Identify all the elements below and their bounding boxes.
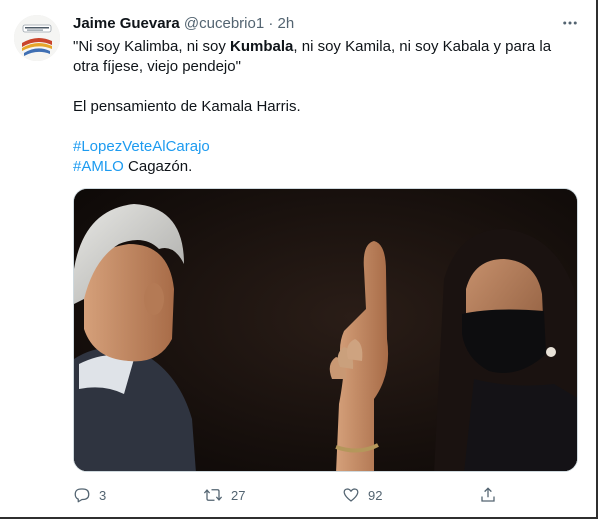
retweet-button[interactable]: 27 bbox=[203, 482, 245, 508]
retweet-count: 27 bbox=[231, 487, 246, 503]
reply-icon bbox=[74, 488, 90, 503]
share-button[interactable] bbox=[479, 482, 497, 508]
tweet-text: "Ni soy Kalimba, ni soy Kumbala, ni soy … bbox=[73, 37, 573, 177]
author-handle[interactable]: @cucebrio1 bbox=[184, 15, 264, 32]
avatar-logo-icon bbox=[14, 15, 60, 61]
like-button[interactable]: 92 bbox=[342, 482, 382, 508]
share-icon bbox=[481, 487, 495, 502]
tweet-timestamp[interactable]: 2h bbox=[278, 15, 295, 32]
tweet-quote: "Ni soy Kalimba, ni soy Kumbala, ni soy … bbox=[73, 37, 573, 77]
quote-text-start: "Ni soy Kalimba, ni soy bbox=[73, 38, 231, 55]
header-separator: · bbox=[268, 15, 274, 32]
tweet-photo[interactable] bbox=[73, 188, 578, 472]
author-name[interactable]: Jaime Guevara bbox=[73, 15, 180, 32]
author-avatar[interactable] bbox=[14, 15, 60, 61]
photo-image bbox=[74, 189, 577, 471]
retweet-icon bbox=[203, 489, 223, 501]
more-button[interactable] bbox=[558, 11, 582, 35]
like-count: 92 bbox=[368, 487, 383, 503]
reply-count: 3 bbox=[99, 487, 107, 503]
quote-text-bold: Kumbala bbox=[230, 38, 294, 55]
more-icon bbox=[563, 21, 577, 25]
tweet-actions: 3 27 92 bbox=[73, 482, 503, 508]
hashtag-link-amlo[interactable]: #AMLO bbox=[73, 158, 124, 175]
tweet-frame: Jaime Guevara @cucebrio1 · 2h "Ni soy Ka… bbox=[0, 0, 598, 519]
tweet[interactable]: Jaime Guevara @cucebrio1 · 2h "Ni soy Ka… bbox=[0, 0, 596, 517]
tweet-paragraph: El pensamiento de Kamala Harris. bbox=[73, 98, 301, 115]
hashtag-suffix-text: Cagazón. bbox=[123, 158, 193, 175]
tweet-header: Jaime Guevara @cucebrio1 · 2h bbox=[73, 13, 582, 35]
reply-button[interactable]: 3 bbox=[73, 482, 106, 508]
hashtag-link[interactable]: #LopezVeteAlCarajo bbox=[73, 138, 210, 155]
heart-icon bbox=[343, 488, 359, 502]
